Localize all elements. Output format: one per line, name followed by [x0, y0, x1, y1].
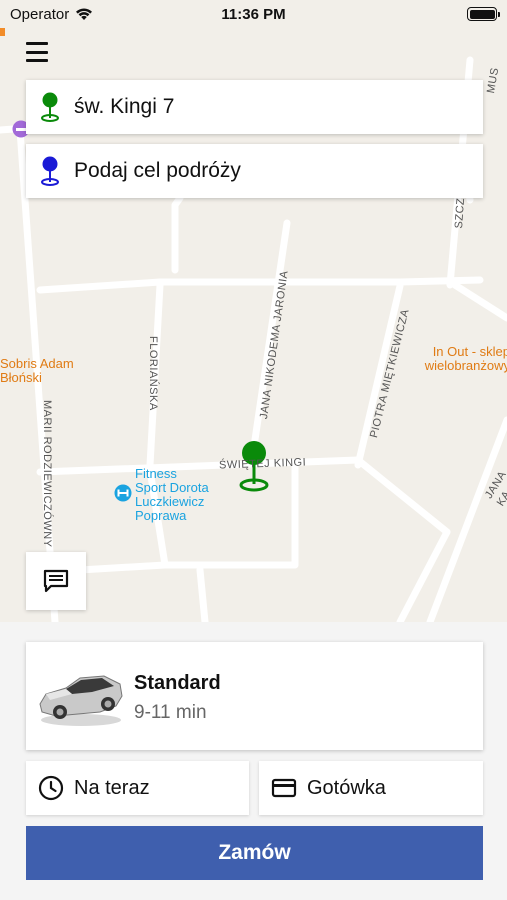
- credit-card-icon: [271, 778, 297, 798]
- service-card-standard[interactable]: Standard 9-11 min: [26, 642, 483, 750]
- street-label-rodziewiczowny: MARII RODZIEWICZÓWNY: [41, 400, 53, 548]
- payment-option-label: Gotówka: [307, 776, 386, 799]
- status-bar: Operator 11:36 PM: [0, 0, 507, 28]
- menu-icon[interactable]: [26, 42, 48, 62]
- order-panel: Standard 9-11 min Na teraz Gotówka Zamów: [0, 622, 507, 900]
- clock-icon: [38, 775, 64, 801]
- time-option-label: Na teraz: [74, 776, 150, 799]
- battery-icon: [467, 7, 500, 21]
- chat-button[interactable]: [26, 552, 86, 610]
- destination-placeholder: Podaj cel podróży: [74, 159, 241, 182]
- street-label-florianska: FLORIAŃSKA: [147, 336, 159, 411]
- carrier-label: Operator: [10, 5, 70, 23]
- order-button[interactable]: Zamów: [26, 826, 483, 880]
- gym-poi-icon[interactable]: [114, 484, 132, 502]
- pickup-address-field[interactable]: św. Kingi 7: [26, 80, 483, 134]
- service-eta: 9-11 min: [134, 702, 207, 723]
- wifi-icon: [76, 8, 93, 20]
- service-name: Standard: [134, 672, 221, 694]
- pickup-address-text: św. Kingi 7: [74, 95, 175, 118]
- payment-option-button[interactable]: Gotówka: [259, 761, 483, 815]
- carrier-group: Operator: [10, 6, 93, 23]
- place-label-in-out: In Out - sklep wielobranżowy: [424, 344, 507, 373]
- chat-icon: [43, 569, 69, 593]
- street-label-szcz: SZCZ: [452, 197, 468, 229]
- place-label-sobris: Sobris Adam Błoński: [0, 356, 74, 385]
- destination-pin-icon: [41, 156, 59, 186]
- pickup-pin-icon: [41, 92, 59, 122]
- destination-field[interactable]: Podaj cel podróży: [26, 144, 483, 198]
- time-option-button[interactable]: Na teraz: [26, 761, 249, 815]
- place-label-fitness: Fitness Sport Dorota Luczkiewicz Poprawa: [135, 466, 209, 523]
- car-icon: [39, 675, 123, 726]
- map-poi-edge-marker: [0, 28, 5, 36]
